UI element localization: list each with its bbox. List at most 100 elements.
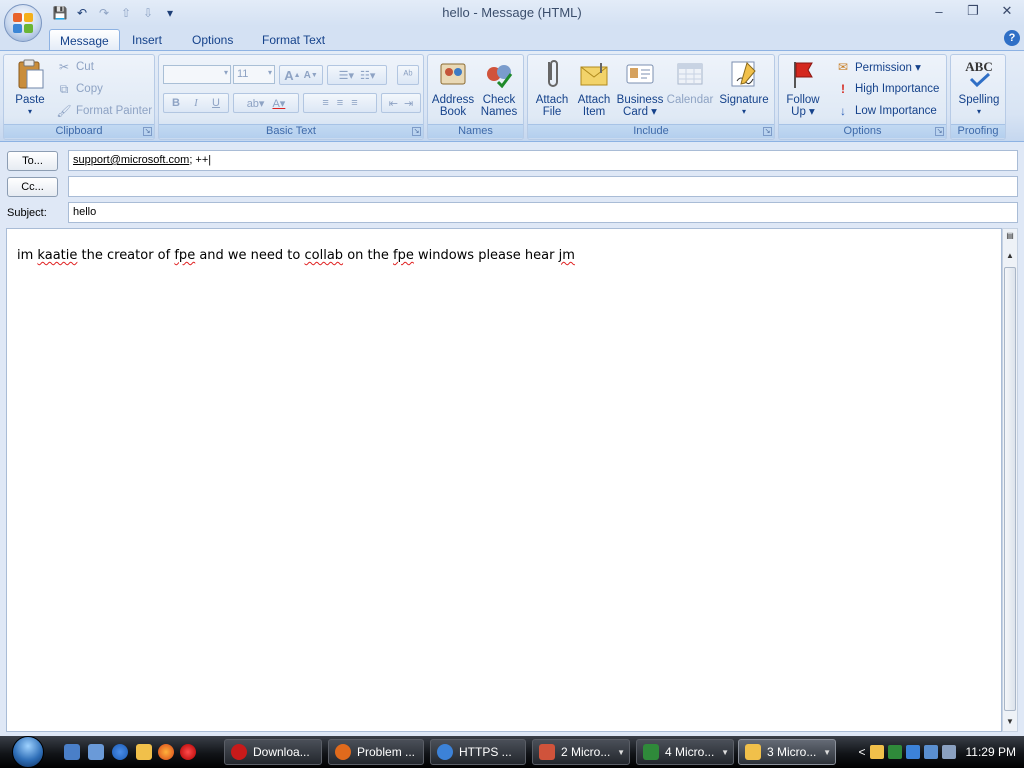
clipboard-group: Paste ▾ ✂ Cut ⧉ Copy 🖌 Format Painter Clipb…	[3, 54, 155, 140]
office-button[interactable]	[4, 4, 42, 42]
options-launcher-icon[interactable]: ↘	[935, 127, 944, 136]
tray-expand-icon[interactable]: <	[859, 745, 866, 759]
include-launcher-icon[interactable]: ↘	[763, 127, 772, 136]
opera-icon[interactable]	[180, 744, 196, 760]
alignment-buttons[interactable]: ≡ ≡ ≡	[303, 93, 377, 113]
minimize-button[interactable]: ‒	[922, 0, 956, 22]
signature-dropdown-icon: ▾	[741, 107, 746, 116]
check-names-button[interactable]: Check Names	[477, 58, 521, 118]
scrollbar-thumb[interactable]	[1004, 267, 1016, 711]
ruler-toggle-icon[interactable]: ▤	[1003, 229, 1017, 243]
font-style-buttons: B I U	[163, 93, 229, 113]
office-app-icon	[539, 744, 555, 760]
paperclip-icon	[536, 58, 568, 90]
underline-button[interactable]: U	[206, 97, 226, 109]
taskbar: Downloa... Problem ... HTTPS ... 2 Micro…	[0, 736, 1024, 768]
body-word: and we need to	[199, 248, 301, 263]
start-button[interactable]	[6, 736, 50, 768]
to-button[interactable]: To...	[7, 151, 58, 171]
copy-button[interactable]: ⧉ Copy	[56, 80, 103, 98]
excel-tray-icon[interactable]	[887, 745, 902, 759]
cut-button[interactable]: ✂ Cut	[56, 58, 94, 76]
maximize-button[interactable]: ❐	[956, 0, 990, 22]
cc-button[interactable]: Cc...	[7, 177, 58, 197]
volume-muted-icon[interactable]	[941, 745, 956, 759]
format-painter-button[interactable]: 🖌 Format Painter	[56, 102, 152, 120]
low-importance-icon: ↓	[840, 104, 846, 118]
to-field[interactable]: support@microsoft.com; ++|	[68, 150, 1018, 171]
outlook-icon[interactable]	[136, 744, 152, 760]
network-tray-icon[interactable]	[905, 745, 920, 759]
font-size-combo[interactable]: 11 ▾	[233, 65, 275, 84]
switch-windows-icon[interactable]	[88, 744, 104, 760]
envelope-attach-icon	[578, 58, 610, 90]
cc-field[interactable]	[68, 176, 1018, 197]
task-label: 4 Micro...	[665, 745, 715, 759]
body-vertical-scrollbar[interactable]: ▤ ▲ ▼	[1002, 228, 1018, 732]
task-4-microsoft[interactable]: 4 Micro... ▼	[636, 739, 734, 765]
firefox-icon[interactable]	[158, 744, 174, 760]
task-2-microsoft[interactable]: 2 Micro... ▼	[532, 739, 630, 765]
subject-field[interactable]: hello	[68, 202, 1018, 223]
attach-item-button[interactable]: Attach Item	[572, 58, 616, 118]
follow-up-button[interactable]: Follow Up ▾	[781, 58, 825, 118]
clipboard-launcher-icon[interactable]: ↘	[143, 127, 152, 136]
task-firefox-problem[interactable]: Problem ...	[328, 739, 424, 765]
low-importance-button[interactable]: ↓ Low Importance	[835, 102, 937, 120]
indent-buttons[interactable]: ⇤ ⇥	[381, 93, 421, 113]
show-desktop-icon[interactable]	[64, 744, 80, 760]
close-button[interactable]: ✕	[990, 0, 1024, 22]
tab-options[interactable]: Options	[182, 29, 243, 50]
calendar-icon	[674, 58, 706, 90]
attach-file-button[interactable]: Attach File	[530, 58, 574, 118]
list-buttons[interactable]: ☰▾ ☷▾	[327, 65, 387, 85]
chrome-icon	[437, 744, 453, 760]
grow-shrink-font-buttons[interactable]: A ▲ A ▼	[279, 65, 323, 85]
basic-text-group: ▾ 11▾ A ▲ A ▼ ☰▾ ☷▾ ᴬᵇ B I U ab▾ A▾ ≡ ≡	[158, 54, 424, 140]
basic-text-launcher-icon[interactable]: ↘	[412, 127, 421, 136]
task-label: 2 Micro...	[561, 745, 611, 759]
italic-button[interactable]: I	[186, 97, 206, 109]
clock[interactable]: 11:29 PM	[966, 745, 1016, 759]
signature-label-1: Signature	[719, 94, 769, 106]
styles-icon: ᴬᵇ	[403, 69, 413, 81]
address-book-icon	[437, 58, 469, 90]
outlook-tray-icon[interactable]	[869, 745, 884, 759]
message-body[interactable]: im kaatie the creator of fpe and we need…	[6, 228, 1002, 732]
tab-insert[interactable]: Insert	[122, 29, 172, 50]
tab-format-text[interactable]: Format Text	[252, 29, 335, 50]
styles-button[interactable]: ᴬᵇ	[397, 65, 419, 85]
bold-button[interactable]: B	[166, 97, 186, 109]
calendar-button[interactable]: Calendar	[666, 58, 714, 106]
permission-button[interactable]: ✉ Permission ▾	[835, 58, 921, 76]
address-book-button[interactable]: Address Book	[431, 58, 475, 118]
tab-message[interactable]: Message	[49, 29, 120, 50]
spelling-button[interactable]: ABC Spelling ▾	[955, 58, 1003, 118]
scroll-up-icon[interactable]: ▲	[1003, 249, 1017, 263]
body-misspelled-word: jm	[558, 248, 575, 263]
follow-up-label-2: Up ▾	[791, 106, 815, 118]
to-recipient[interactable]: support@microsoft.com	[73, 154, 189, 166]
task-3-microsoft[interactable]: 3 Micro... ▼	[738, 739, 836, 765]
signature-icon	[728, 58, 760, 90]
help-icon[interactable]: ?	[1004, 30, 1020, 46]
business-card-button[interactable]: Business Card ▾	[616, 58, 664, 118]
task-label: HTTPS ...	[459, 745, 512, 759]
scroll-down-icon[interactable]: ▼	[1003, 715, 1017, 729]
color-buttons[interactable]: ab▾ A▾	[233, 93, 299, 113]
names-group: Address Book Check Names Names	[427, 54, 524, 140]
body-misspelled-word: collab	[304, 248, 344, 263]
task-chrome-https[interactable]: HTTPS ...	[430, 739, 526, 765]
font-name-combo[interactable]: ▾	[163, 65, 231, 84]
red-flag-icon	[787, 58, 819, 90]
grow-font-label: A	[284, 67, 294, 83]
grow-font-arrow-icon: ▲	[293, 71, 301, 79]
signature-button[interactable]: Signature ▾	[716, 58, 772, 118]
task-opera-download[interactable]: Downloa...	[224, 739, 322, 765]
monitor-tray-icon[interactable]	[923, 745, 938, 759]
paste-button[interactable]: Paste ▾	[7, 58, 53, 118]
high-importance-button[interactable]: ! High Importance	[835, 80, 939, 98]
paste-label: Paste	[15, 94, 45, 106]
address-book-label-2: Book	[439, 106, 467, 118]
chrome-icon[interactable]	[112, 744, 128, 760]
